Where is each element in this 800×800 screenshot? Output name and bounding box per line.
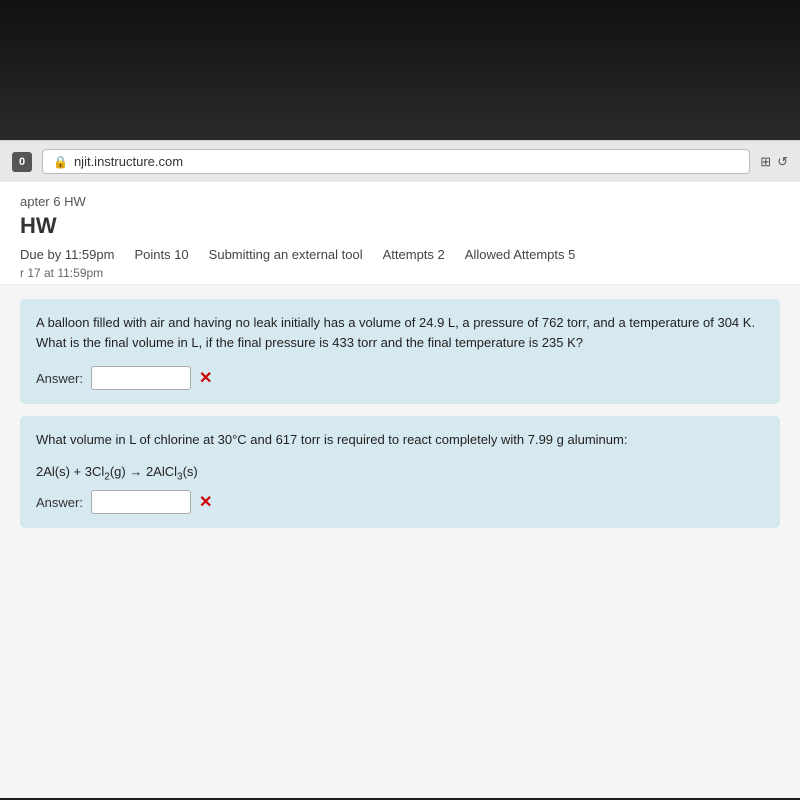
due-date-line: r 17 at 11:59pm: [20, 266, 780, 280]
question-text-2: What volume in L of chlorine at 30°C and…: [36, 430, 764, 450]
answer-row-1: Answer: ✕: [36, 366, 764, 390]
answer-input-2[interactable]: [91, 490, 191, 514]
attempts-label: Attempts: [383, 247, 434, 262]
submitting-tool: an external tool: [274, 247, 363, 262]
x-mark-1: ✕: [199, 368, 212, 388]
due-meta: Due by 11:59pm: [20, 247, 114, 262]
browser-actions: ⊞ ↺: [760, 154, 788, 170]
answer-row-2: Answer: ✕: [36, 490, 764, 514]
x-mark-2: ✕: [199, 492, 212, 512]
browser-menu-icon[interactable]: ⊞: [760, 154, 771, 170]
attempts-number: 2: [438, 247, 445, 262]
assignment-meta: Due by 11:59pm Points 10 Submitting an e…: [20, 247, 780, 262]
url-bar[interactable]: 🔒 njit.instructure.com: [42, 149, 750, 174]
lock-icon: 🔒: [53, 155, 68, 169]
points-meta: Points 10: [134, 247, 188, 262]
reaction-equation: 2Al(s) + 3Cl2(g) → 2AlCl3(s): [36, 464, 764, 483]
browser-extension-icon[interactable]: 0: [12, 152, 32, 172]
attempts-meta: Attempts 2: [383, 247, 445, 262]
url-text: njit.instructure.com: [74, 154, 183, 169]
top-bezel: [0, 0, 800, 140]
question-card-2: What volume in L of chlorine at 30°C and…: [20, 416, 780, 528]
browser-chrome: 0 🔒 njit.instructure.com ⊞ ↺: [0, 140, 800, 182]
allowed-attempts-number: 5: [568, 247, 575, 262]
allowed-attempts-label: Allowed Attempts: [465, 247, 565, 262]
allowed-attempts-meta: Allowed Attempts 5: [465, 247, 576, 262]
questions-container: A balloon filled with air and having no …: [0, 285, 800, 798]
due-label: Due: [20, 247, 47, 262]
due-value: by 11:59pm: [47, 247, 114, 262]
answer-label-2: Answer:: [36, 495, 83, 510]
submitting-meta: Submitting an external tool: [209, 247, 363, 262]
question-text-1: A balloon filled with air and having no …: [36, 313, 764, 352]
answer-label-1: Answer:: [36, 371, 83, 386]
points-number: 10: [174, 247, 188, 262]
breadcrumb: apter 6 HW: [20, 194, 780, 209]
page-content: apter 6 HW HW Due by 11:59pm Points 10 S…: [0, 182, 800, 798]
answer-input-1[interactable]: [91, 366, 191, 390]
reload-button[interactable]: ↺: [777, 154, 788, 170]
page-header: apter 6 HW HW Due by 11:59pm Points 10 S…: [0, 182, 800, 285]
page-title: HW: [20, 213, 780, 239]
points-label: Points: [134, 247, 170, 262]
question-card-1: A balloon filled with air and having no …: [20, 299, 780, 404]
submitting-label: Submitting: [209, 247, 270, 262]
